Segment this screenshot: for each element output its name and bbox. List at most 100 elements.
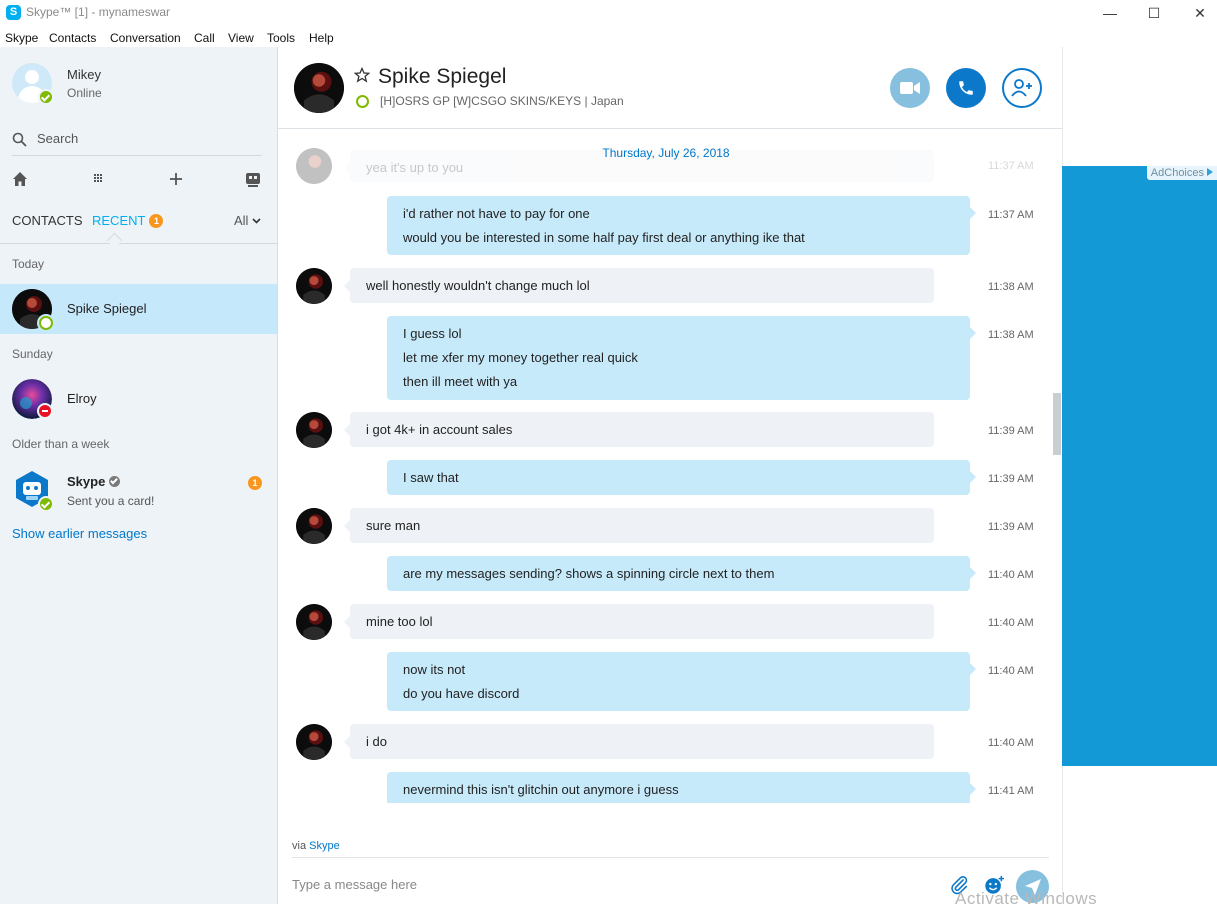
verified-icon	[109, 476, 121, 487]
advertisement-panel[interactable]: AdChoices	[1062, 166, 1217, 766]
message-timestamp: 11:37 AM	[988, 160, 1034, 172]
title-bar: S Skype™ [1] - mynameswar — ☐ ✕	[0, 0, 1217, 26]
menu-call[interactable]: Call	[194, 31, 215, 45]
audio-call-button[interactable]	[946, 68, 986, 108]
minimize-button[interactable]: —	[1087, 2, 1133, 24]
group-header-older: Older than a week	[12, 437, 110, 451]
online-status-icon	[39, 316, 53, 330]
adchoices-icon	[1207, 168, 1213, 176]
maximize-button[interactable]: ☐	[1131, 2, 1177, 24]
online-status-icon	[356, 95, 369, 108]
message-timestamp: 11:40 AM	[988, 737, 1034, 749]
menu-skype[interactable]: Skype	[5, 31, 38, 45]
close-button[interactable]: ✕	[1177, 2, 1217, 24]
message-scrollbar-thumb[interactable]	[1053, 393, 1061, 455]
add-person-icon	[1011, 79, 1032, 97]
contact-last-message: Sent you a card!	[67, 494, 155, 508]
message-timestamp: 11:41 AM	[988, 785, 1034, 797]
show-earlier-messages-link[interactable]: Show earlier messages	[12, 526, 147, 541]
outgoing-message-bubble[interactable]: i'd rather not have to pay for one would…	[387, 196, 976, 255]
outgoing-message-bubble[interactable]: are my messages sending? shows a spinnin…	[387, 556, 976, 591]
contact-name: Skype	[67, 474, 121, 489]
incoming-message-bubble[interactable]: i do	[344, 724, 934, 759]
sender-avatar	[296, 268, 332, 304]
adchoices-link[interactable]: AdChoices	[1146, 166, 1217, 180]
menu-contacts[interactable]: Contacts	[49, 31, 96, 45]
outgoing-message-bubble[interactable]: I saw that	[387, 460, 976, 495]
add-icon[interactable]	[164, 167, 188, 191]
do-not-disturb-status-icon	[39, 405, 51, 417]
phone-icon	[959, 81, 973, 95]
contact-spike-spiegel[interactable]: Spike Spiegel	[0, 284, 277, 334]
message-text: let me xfer my money together real quick	[403, 350, 638, 365]
recent-count-badge: 1	[149, 214, 164, 228]
contact-avatar[interactable]	[294, 63, 344, 113]
message-text: i'd rather not have to pay for one	[403, 206, 590, 221]
contact-elroy[interactable]: Elroy	[0, 374, 277, 424]
message-timestamp: 11:37 AM	[988, 209, 1034, 221]
group-header-today: Today	[12, 257, 45, 271]
search-box[interactable]: Search	[12, 127, 262, 156]
contact-name: Spike Spiegel	[67, 301, 147, 316]
message-text: would you be interested in some half pay…	[403, 230, 805, 245]
incoming-message-bubble[interactable]: sure man	[344, 508, 934, 543]
contact-skype[interactable]: Skype Sent you a card! 1	[0, 464, 277, 514]
search-icon	[12, 132, 27, 147]
bots-icon[interactable]	[241, 167, 265, 191]
tab-indicator	[106, 232, 123, 249]
message-timestamp: 11:40 AM	[988, 617, 1034, 629]
tab-contacts[interactable]: CONTACTS	[12, 213, 83, 228]
filter-dropdown[interactable]: All	[234, 213, 261, 228]
avatar-image	[296, 508, 332, 544]
outgoing-message-bubble[interactable]: nevermind this isn't glitchin out anymor…	[387, 772, 976, 803]
avatar-head-shape	[25, 70, 39, 84]
profile-status[interactable]: Online	[67, 86, 102, 100]
chevron-down-icon	[252, 218, 261, 224]
adchoices-label: AdChoices	[1150, 167, 1204, 179]
menu-tools[interactable]: Tools	[267, 31, 295, 45]
home-icon[interactable]	[8, 167, 32, 191]
skype-logo-icon: S	[6, 5, 21, 20]
message-text: mine too lol	[366, 614, 433, 629]
avatar-image	[296, 268, 332, 304]
tab-recent[interactable]: RECENT 1	[92, 213, 164, 228]
outgoing-message-bubble[interactable]: now its not do you have discord	[387, 652, 976, 711]
message-timestamp: 11:39 AM	[988, 425, 1034, 437]
dialpad-icon[interactable]	[86, 167, 110, 191]
sender-avatar	[296, 724, 332, 760]
search-label: Search	[37, 131, 79, 146]
message-list[interactable]: yea it's up to you 11:37 AM Thursday, Ju…	[278, 129, 1054, 803]
message-input[interactable]: Type a message here	[292, 877, 417, 892]
message-text: I saw that	[403, 470, 459, 485]
message-text: then ill meet with ya	[403, 374, 518, 389]
outgoing-message-bubble[interactable]: I guess lol let me xfer my money togethe…	[387, 316, 976, 400]
incoming-message-bubble[interactable]: i got 4k+ in account sales	[344, 412, 934, 447]
tab-recent-label: RECENT	[92, 213, 146, 228]
menu-help[interactable]: Help	[309, 31, 334, 45]
incoming-message-bubble[interactable]: mine too lol	[344, 604, 934, 639]
avatar-image	[296, 724, 332, 760]
contact-name-title[interactable]: Spike Spiegel	[378, 65, 506, 89]
via-skype-link[interactable]: Skype	[309, 840, 340, 852]
composer-divider	[292, 857, 1049, 858]
group-header-sunday: Sunday	[12, 347, 53, 361]
left-pane: Mikey Online Search CONTACTS RECENT 1 Al…	[0, 47, 278, 904]
incoming-message-bubble[interactable]: well honestly wouldn't change much lol	[344, 268, 934, 303]
message-timestamp: 11:38 AM	[988, 329, 1034, 341]
conversation-header: Spike Spiegel [H]OSRS GP [W]CSGO SKINS/K…	[278, 47, 1062, 129]
message-timestamp: 11:40 AM	[988, 569, 1034, 581]
profile-name[interactable]: Mikey	[67, 67, 101, 82]
favorite-star-icon[interactable]	[354, 67, 370, 83]
message-text: are my messages sending? shows a spinnin…	[403, 566, 775, 581]
video-call-button[interactable]	[890, 68, 930, 108]
online-status-icon	[38, 496, 54, 512]
via-prefix: via	[292, 840, 307, 852]
message-text: i got 4k+ in account sales	[366, 422, 513, 437]
menu-conversation[interactable]: Conversation	[110, 31, 181, 45]
add-people-button[interactable]	[1002, 68, 1042, 108]
contact-name-text: Skype	[67, 474, 106, 489]
menu-view[interactable]: View	[228, 31, 254, 45]
message-text: nevermind this isn't glitchin out anymor…	[403, 782, 679, 797]
via-label: via Skype	[292, 840, 340, 852]
online-status-icon	[38, 89, 54, 105]
